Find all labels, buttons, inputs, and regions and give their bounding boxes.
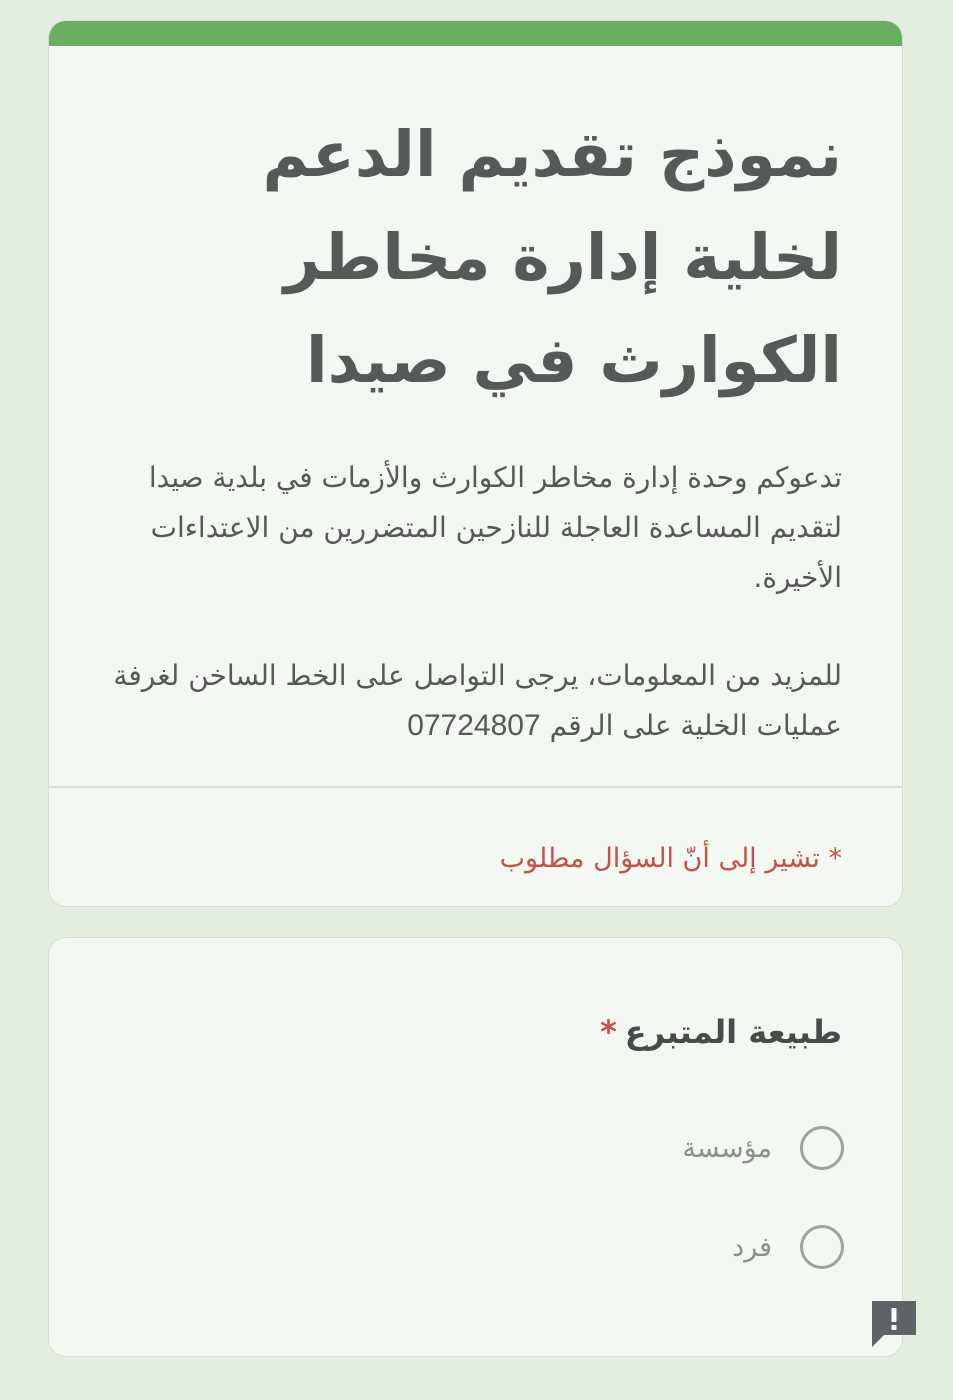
radio-option-individual[interactable]: فرد bbox=[732, 1221, 844, 1273]
required-note: * تشير إلى أنّ السؤال مطلوب bbox=[499, 843, 842, 874]
report-problem-button[interactable] bbox=[868, 1297, 920, 1349]
contact-phone-number: 07724807 bbox=[407, 709, 541, 742]
form-description: تدعوكم وحدة إدارة مخاطر الكوارث والأزمات… bbox=[148, 461, 842, 594]
radio-option-label: فرد bbox=[732, 1231, 772, 1263]
form-contact-info: للمزيد من المعلومات، يرجى التواصل على ال… bbox=[107, 651, 842, 751]
question-title-text: طبيعة المتبرع bbox=[624, 1013, 842, 1051]
form-header-card: نموذج تقديم الدعم لخلية إدارة مخاطر الكو… bbox=[48, 20, 903, 907]
required-asterisk: * bbox=[600, 1013, 617, 1051]
radio-option-label: مؤسسة bbox=[682, 1132, 772, 1164]
header-divider bbox=[49, 786, 902, 788]
form-accent-bar bbox=[49, 21, 902, 46]
radio-option-institution[interactable]: مؤسسة bbox=[682, 1122, 844, 1174]
radio-button[interactable] bbox=[800, 1126, 844, 1170]
report-problem-icon bbox=[872, 1301, 916, 1347]
form-title: نموذج تقديم الدعم لخلية إدارة مخاطر الكو… bbox=[262, 118, 842, 397]
question-title: طبيعة المتبرع* bbox=[600, 1008, 842, 1056]
radio-button[interactable] bbox=[800, 1225, 844, 1269]
question-card-donor-type: طبيعة المتبرع* مؤسسة فرد bbox=[48, 937, 903, 1357]
